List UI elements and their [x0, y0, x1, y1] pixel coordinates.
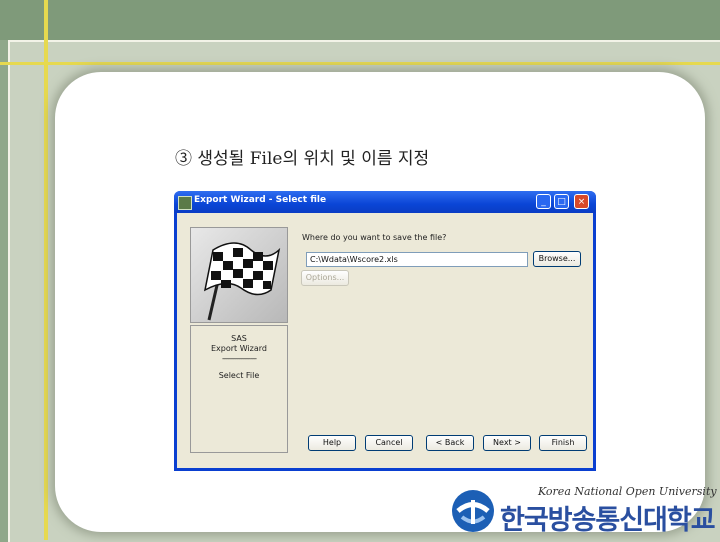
university-logo-icon: [452, 490, 494, 532]
dialog-title: Export Wizard - Select file: [194, 195, 327, 205]
browse-button[interactable]: Browse...: [533, 251, 581, 267]
slide-title: ③ 생성될 File의 위치 및 이름 지정: [175, 149, 430, 169]
back-button[interactable]: < Back: [426, 435, 474, 451]
checkered-flag-icon: [190, 227, 288, 323]
wizard-step-panel: SAS Export Wizard ------------------ Sel…: [190, 325, 288, 453]
slide-top-band: [0, 0, 720, 40]
close-button[interactable]: ×: [574, 194, 589, 209]
step-panel-divider: ------------------: [222, 354, 257, 363]
next-button[interactable]: Next >: [483, 435, 531, 451]
help-button[interactable]: Help: [308, 435, 356, 451]
horizontal-accent-line: [0, 62, 720, 65]
sas-app-icon: [178, 196, 192, 210]
finish-button[interactable]: Finish: [539, 435, 587, 451]
university-name-korean: 한국방송통신대학교: [500, 505, 716, 536]
dialog-client-area: SAS Export Wizard ------------------ Sel…: [177, 213, 593, 468]
dialog-titlebar[interactable]: Export Wizard - Select file _ □ ×: [174, 191, 596, 213]
step-panel-line: Export Wizard: [210, 344, 267, 353]
minimize-button[interactable]: _: [536, 194, 551, 209]
export-wizard-dialog: Export Wizard - Select file _ □ × SAS Ex…: [174, 191, 596, 471]
step-panel-line: SAS: [231, 334, 247, 343]
step-panel-current-step: Select File: [218, 371, 260, 380]
save-location-label: Where do you want to save the file?: [302, 233, 447, 242]
maximize-button[interactable]: □: [554, 194, 569, 209]
options-button[interactable]: Options...: [301, 270, 349, 286]
vertical-accent-line: [44, 0, 48, 540]
file-path-input[interactable]: C:\Wdata\Wscore2.xls: [306, 252, 528, 267]
cancel-button[interactable]: Cancel: [365, 435, 413, 451]
university-name-english: Korea National Open University: [538, 485, 717, 498]
